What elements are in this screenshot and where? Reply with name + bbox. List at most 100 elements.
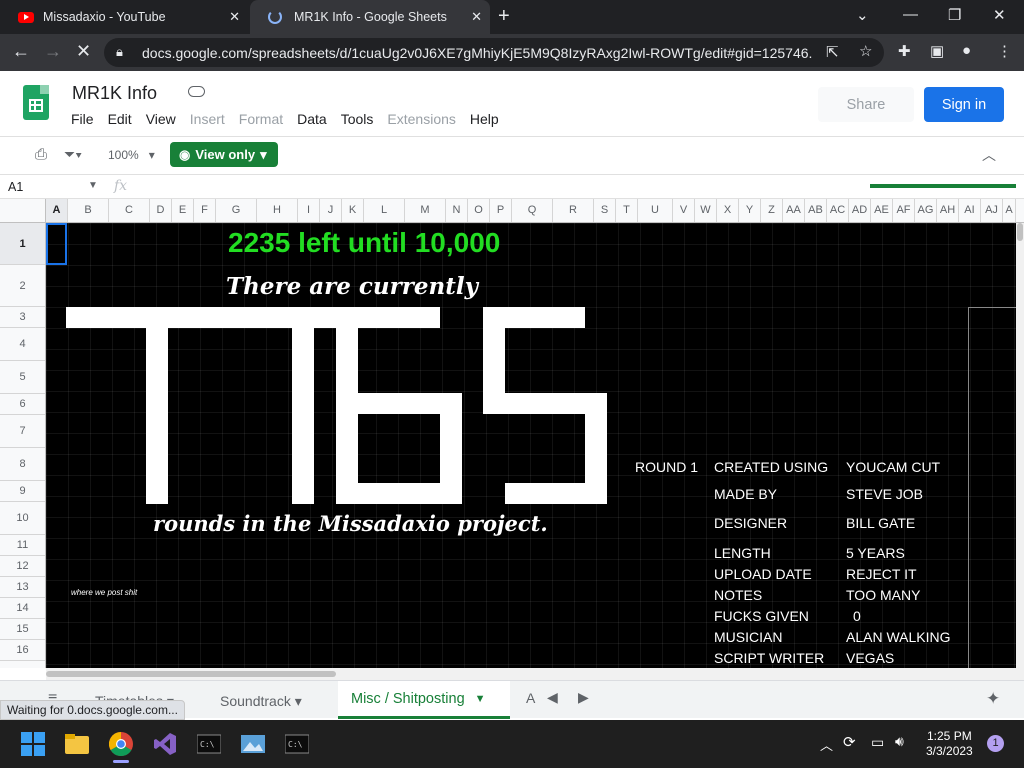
column-header[interactable]: AJ: [981, 199, 1003, 222]
column-header[interactable]: J: [320, 199, 342, 222]
bookmark-star-icon[interactable]: ☆: [859, 42, 872, 60]
column-header[interactable]: AA: [783, 199, 805, 222]
menu-edit[interactable]: Edit: [108, 111, 132, 127]
view-only-button[interactable]: ◉ View only ▾: [170, 142, 278, 167]
column-header[interactable]: L: [364, 199, 405, 222]
scroll-tabs-right-icon[interactable]: ▶: [578, 689, 589, 706]
extensions-icon[interactable]: ✚: [898, 42, 911, 60]
row-header[interactable]: 14: [0, 598, 45, 619]
forward-button[interactable]: →: [44, 41, 62, 62]
name-box-dropdown-icon[interactable]: ▼: [88, 180, 98, 191]
minimize-button[interactable]: —: [903, 6, 918, 23]
column-header[interactable]: AG: [915, 199, 937, 222]
menu-file[interactable]: File: [71, 111, 94, 127]
column-header[interactable]: N: [446, 199, 468, 222]
menu-tools[interactable]: Tools: [341, 111, 374, 127]
sheets-logo-icon[interactable]: [23, 85, 49, 120]
stop-button[interactable]: ✕: [76, 41, 91, 62]
row-header[interactable]: 16: [0, 640, 45, 661]
system-clock[interactable]: 1:25 PM 3/3/2023: [926, 729, 973, 759]
column-header[interactable]: P: [490, 199, 512, 222]
chrome-icon[interactable]: [108, 732, 133, 763]
profile-icon[interactable]: ●: [962, 42, 971, 59]
vertical-scrollbar[interactable]: [1016, 223, 1024, 668]
sync-icon[interactable]: ⟳: [843, 733, 856, 751]
menu-data[interactable]: Data: [297, 111, 327, 127]
selected-cell-a1[interactable]: [46, 223, 67, 265]
column-header[interactable]: S: [594, 199, 616, 222]
filter-icon[interactable]: ⏷▾: [64, 146, 82, 163]
scroll-tabs-left-icon[interactable]: ◀: [547, 689, 558, 706]
print-icon[interactable]: ⎙: [35, 146, 47, 163]
column-header[interactable]: AI: [959, 199, 981, 222]
windows-start-icon[interactable]: [21, 732, 45, 756]
horizontal-scrollbar[interactable]: [46, 668, 1024, 680]
column-header[interactable]: Z: [761, 199, 783, 222]
photos-icon[interactable]: [241, 732, 265, 756]
menu-view[interactable]: View: [146, 111, 176, 127]
sheet-tab-next[interactable]: A: [526, 690, 535, 706]
row-header[interactable]: 1: [0, 223, 45, 265]
file-explorer-icon[interactable]: [65, 732, 89, 756]
row-header[interactable]: 5: [0, 361, 45, 394]
row-header[interactable]: 12: [0, 556, 45, 577]
name-box[interactable]: A1: [8, 180, 23, 194]
menu-extensions[interactable]: Extensions: [387, 111, 455, 127]
column-header[interactable]: Q: [512, 199, 553, 222]
sheet-tab-misc-shitposting[interactable]: Misc / Shitposting ▼: [338, 681, 510, 719]
display-icon[interactable]: ▭: [871, 734, 884, 751]
sheet-tab-soundtrack[interactable]: Soundtrack ▾: [220, 693, 302, 710]
url-text[interactable]: docs.google.com/spreadsheets/d/1cuaUg2v0…: [142, 45, 812, 61]
column-header[interactable]: H: [257, 199, 298, 222]
collapse-toolbar-icon[interactable]: ︿: [982, 145, 996, 165]
column-header[interactable]: D: [150, 199, 172, 222]
tab-youtube[interactable]: Missadaxio - YouTube ✕: [0, 0, 248, 34]
notification-badge[interactable]: 1: [987, 735, 1004, 752]
row-header[interactable]: 4: [0, 328, 45, 361]
tab-google-sheets[interactable]: MR1K Info - Google Sheets ✕: [250, 0, 490, 34]
side-panel-icon[interactable]: ▣: [930, 42, 944, 60]
column-header[interactable]: AB: [805, 199, 827, 222]
column-header[interactable]: Y: [739, 199, 761, 222]
row-header[interactable]: 9: [0, 481, 45, 502]
sign-in-button[interactable]: Sign in: [924, 87, 1004, 122]
column-header[interactable]: O: [468, 199, 490, 222]
column-header[interactable]: A: [1003, 199, 1016, 222]
column-header[interactable]: AC: [827, 199, 849, 222]
column-header[interactable]: AF: [893, 199, 915, 222]
column-header[interactable]: I: [298, 199, 320, 222]
lock-icon[interactable]: 🔒︎: [116, 44, 123, 60]
tray-overflow-icon[interactable]: ︿: [820, 735, 833, 754]
terminal-icon[interactable]: C:\: [196, 732, 222, 756]
column-header[interactable]: K: [342, 199, 364, 222]
sheet-grid[interactable]: 2235 left until 10,000 There are current…: [46, 223, 1016, 668]
column-header[interactable]: R: [553, 199, 594, 222]
row-header[interactable]: 11: [0, 535, 45, 556]
share-button[interactable]: Share: [818, 87, 914, 122]
column-header[interactable]: U: [638, 199, 673, 222]
row-header[interactable]: 10: [0, 502, 45, 535]
back-button[interactable]: ←: [12, 41, 30, 62]
column-header[interactable]: M: [405, 199, 446, 222]
row-header[interactable]: 6: [0, 394, 45, 415]
column-header[interactable]: T: [616, 199, 638, 222]
close-window-button[interactable]: ✕: [993, 6, 1006, 24]
column-header[interactable]: AE: [871, 199, 893, 222]
column-header[interactable]: W: [695, 199, 717, 222]
row-header[interactable]: 7: [0, 415, 45, 448]
row-header[interactable]: 8: [0, 448, 45, 481]
column-header[interactable]: B: [68, 199, 109, 222]
volume-icon[interactable]: 🔊︎: [895, 733, 904, 750]
menu-kebab-icon[interactable]: ⋮: [997, 42, 1012, 60]
column-header[interactable]: AD: [849, 199, 871, 222]
column-header[interactable]: G: [216, 199, 257, 222]
select-all-corner[interactable]: [0, 199, 46, 222]
column-header[interactable]: X: [717, 199, 739, 222]
restore-button[interactable]: ❐: [948, 6, 961, 24]
document-title[interactable]: MR1K Info: [72, 83, 157, 104]
column-header[interactable]: AH: [937, 199, 959, 222]
menu-format[interactable]: Format: [239, 111, 283, 127]
explore-icon[interactable]: ✦: [986, 689, 1000, 709]
menu-help[interactable]: Help: [470, 111, 499, 127]
row-header[interactable]: 15: [0, 619, 45, 640]
